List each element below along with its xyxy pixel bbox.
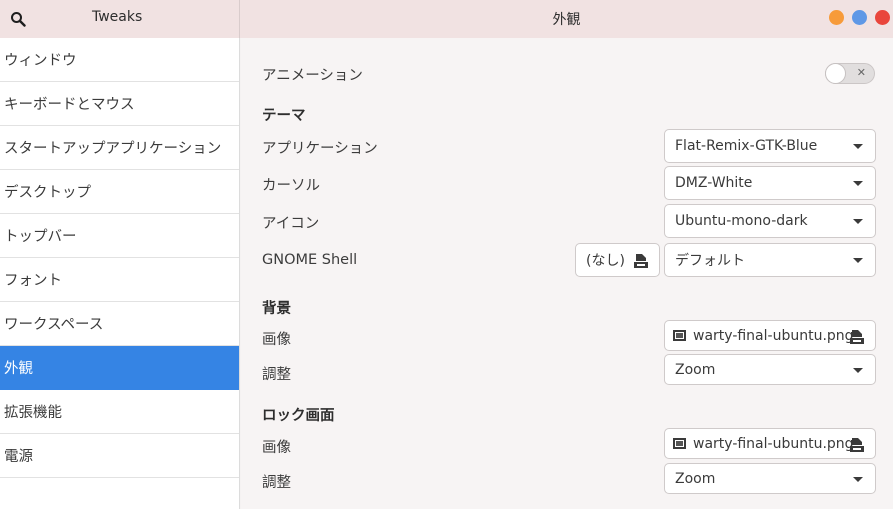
lockscreen-image-label: 画像 bbox=[262, 440, 291, 456]
sidebar-item-label: 拡張機能 bbox=[4, 405, 62, 421]
minimize-button[interactable] bbox=[829, 10, 844, 25]
image-icon bbox=[673, 330, 686, 341]
chevron-down-icon bbox=[853, 258, 863, 263]
dropdown-value: DMZ-White bbox=[675, 175, 753, 191]
background-adjust-label: 調整 bbox=[262, 367, 291, 383]
lockscreen-image-button[interactable]: warty-final-ubuntu.png bbox=[664, 428, 876, 459]
switch-off-icon: ✕ bbox=[856, 66, 866, 79]
dropdown-value: Zoom bbox=[675, 470, 716, 487]
background-image-label: 画像 bbox=[262, 332, 291, 348]
sidebar-item-label: フォント bbox=[4, 273, 62, 289]
sidebar-item-keyboard-mouse[interactable]: キーボードとマウス bbox=[0, 82, 239, 126]
chevron-down-icon bbox=[853, 219, 863, 224]
lockscreen-adjust-label: 調整 bbox=[262, 475, 291, 491]
theme-section-title: テーマ bbox=[262, 108, 306, 124]
sidebar: ウィンドウ キーボードとマウス スタートアップアプリケーション デスクトップ ト… bbox=[0, 38, 240, 509]
file-button-value: (なし) bbox=[586, 253, 625, 269]
page-title: 外観 bbox=[552, 12, 581, 28]
sidebar-item-power[interactable]: 電源 bbox=[0, 434, 239, 478]
sidebar-item-top-bar[interactable]: トップバー bbox=[0, 214, 239, 258]
search-button[interactable] bbox=[6, 7, 30, 31]
lockscreen-section-title: ロック画面 bbox=[262, 408, 335, 424]
chevron-down-icon bbox=[853, 477, 863, 482]
sidebar-item-extensions[interactable]: 拡張機能 bbox=[0, 390, 239, 434]
sidebar-item-label: トップバー bbox=[4, 229, 77, 245]
sidebar-item-desktop[interactable]: デスクトップ bbox=[0, 170, 239, 214]
sidebar-item-label: デスクトップ bbox=[4, 185, 91, 201]
file-button-value: warty-final-ubuntu.png bbox=[693, 435, 854, 452]
dropdown-value: デフォルト bbox=[675, 253, 745, 269]
file-button-value: warty-final-ubuntu.png bbox=[693, 327, 854, 344]
application-theme-label: アプリケーション bbox=[262, 141, 378, 157]
animation-switch[interactable]: ✕ bbox=[825, 63, 875, 84]
image-icon bbox=[673, 438, 686, 449]
window-controls bbox=[829, 10, 890, 25]
search-icon bbox=[11, 12, 26, 27]
animation-label: アニメーション bbox=[262, 68, 363, 84]
sidebar-item-startup-apps[interactable]: スタートアップアプリケーション bbox=[0, 126, 239, 170]
sidebar-item-label: キーボードとマウス bbox=[4, 97, 135, 113]
shell-theme-label: GNOME Shell bbox=[262, 252, 358, 268]
sidebar-item-label: ウィンドウ bbox=[4, 53, 77, 69]
background-section-title: 背景 bbox=[262, 301, 291, 317]
sidebar-item-label: 外観 bbox=[4, 361, 33, 377]
dropdown-value: Zoom bbox=[675, 361, 716, 378]
sidebar-item-fonts[interactable]: フォント bbox=[0, 258, 239, 302]
cursor-theme-label: カーソル bbox=[262, 178, 320, 194]
switch-knob bbox=[825, 63, 846, 84]
app-title: Tweaks bbox=[92, 9, 143, 25]
sidebar-item-windows[interactable]: ウィンドウ bbox=[0, 38, 239, 82]
sidebar-item-appearance[interactable]: 外観 bbox=[0, 346, 239, 390]
background-adjust-dropdown[interactable]: Zoom bbox=[664, 354, 876, 385]
appearance-panel: アニメーション ✕ テーマ アプリケーション Flat-Remix-GTK-Bl… bbox=[241, 38, 893, 509]
lockscreen-adjust-dropdown[interactable]: Zoom bbox=[664, 463, 876, 494]
sidebar-item-workspaces[interactable]: ワークスペース bbox=[0, 302, 239, 346]
application-theme-dropdown[interactable]: Flat-Remix-GTK-Blue bbox=[664, 129, 876, 163]
header-bar: Tweaks 外観 bbox=[0, 0, 893, 38]
chevron-down-icon bbox=[853, 368, 863, 373]
chevron-down-icon bbox=[853, 144, 863, 149]
icon-theme-dropdown[interactable]: Ubuntu-mono-dark bbox=[664, 204, 876, 238]
document-open-icon bbox=[850, 438, 864, 452]
shell-theme-dropdown[interactable]: デフォルト bbox=[664, 243, 876, 277]
sidebar-item-label: スタートアップアプリケーション bbox=[4, 141, 222, 157]
dropdown-value: Ubuntu-mono-dark bbox=[675, 213, 808, 229]
sidebar-item-label: ワークスペース bbox=[4, 317, 104, 333]
shell-theme-file-button[interactable]: (なし) bbox=[575, 243, 660, 277]
icon-theme-label: アイコン bbox=[262, 216, 320, 232]
document-open-icon bbox=[850, 330, 864, 344]
close-button[interactable] bbox=[875, 10, 890, 25]
cursor-theme-dropdown[interactable]: DMZ-White bbox=[664, 166, 876, 200]
dropdown-value: Flat-Remix-GTK-Blue bbox=[675, 138, 818, 154]
sidebar-item-label: 電源 bbox=[4, 449, 33, 465]
background-image-button[interactable]: warty-final-ubuntu.png bbox=[664, 320, 876, 351]
maximize-button[interactable] bbox=[852, 10, 867, 25]
header-right: 外観 bbox=[240, 0, 893, 38]
document-open-icon bbox=[634, 254, 648, 268]
chevron-down-icon bbox=[853, 181, 863, 186]
header-left: Tweaks bbox=[0, 0, 240, 38]
